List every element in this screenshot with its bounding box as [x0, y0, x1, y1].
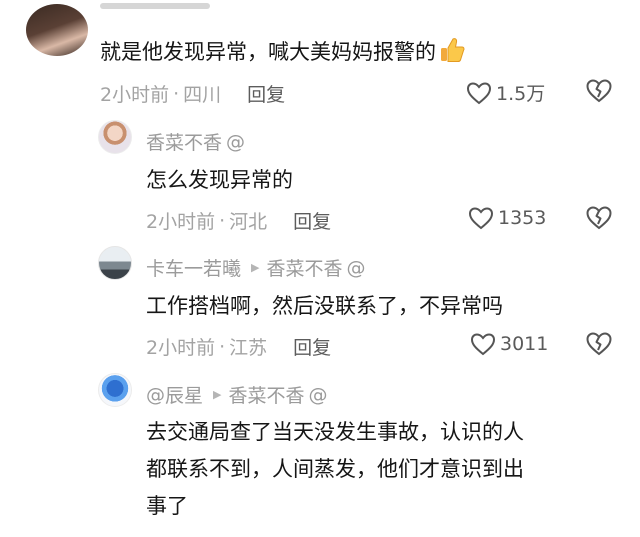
like-button[interactable]: 1353: [468, 206, 546, 230]
like-button[interactable]: 1.5万: [466, 79, 545, 106]
comment-text-line: 事了: [146, 494, 188, 518]
timestamp: 2小时前: [100, 84, 170, 106]
mention-at: @: [308, 383, 328, 406]
broken-heart-icon: [586, 206, 612, 230]
like-count: 3011: [500, 333, 549, 355]
reply-button[interactable]: 回复: [293, 333, 331, 360]
broken-heart-icon: [586, 332, 612, 356]
mention-at: @: [146, 383, 165, 406]
avatar[interactable]: [98, 373, 132, 407]
separator-dot: ·: [173, 82, 180, 105]
heart-outline-icon: [468, 207, 494, 230]
reply-arrow-icon: ▶: [213, 388, 222, 401]
reply-header: 卡车一若曦 ▶ 香菜不香 @: [146, 254, 366, 281]
dislike-button[interactable]: [585, 331, 613, 361]
heart-outline-icon: [466, 81, 492, 104]
heart-outline-icon: [470, 333, 496, 356]
dislike-button[interactable]: [585, 78, 613, 108]
avatar[interactable]: [98, 120, 132, 154]
comment-text: 就是他发现异常，喊大美妈妈报警的: [100, 34, 466, 71]
comment-text: 怎么发现异常的: [146, 168, 293, 192]
comment-text: 工作搭档啊，然后没联系了，不异常吗: [146, 294, 503, 318]
thumbs-up-icon: [438, 36, 466, 64]
reply-to-username[interactable]: 香菜不香: [266, 254, 342, 281]
reply-header: @ 辰星 ▶ 香菜不香 @: [146, 381, 328, 408]
timestamp: 2小时前: [146, 211, 216, 233]
username-cropped: [100, 0, 210, 10]
comment-meta: 2小时前 · 河北 回复: [146, 207, 331, 234]
username[interactable]: 卡车一若曦: [146, 254, 241, 281]
location: 江苏: [229, 337, 268, 359]
avatar[interactable]: [98, 246, 132, 280]
comment-meta: 2小时前 · 江苏 回复: [146, 333, 331, 360]
reply-button[interactable]: 回复: [293, 207, 331, 234]
comment-text-body: 就是他发现异常，喊大美妈妈报警的: [100, 40, 436, 64]
reply-header: 香菜不香 @: [146, 128, 245, 155]
avatar[interactable]: [26, 4, 88, 56]
comment-text: 去交通局查了当天没发生事故，认识的人 都联系不到，人间蒸发，他们才意识到出 事了: [146, 414, 524, 525]
reply-button[interactable]: 回复: [247, 80, 285, 107]
separator-dot: ·: [219, 209, 226, 232]
comment-text-line: 去交通局查了当天没发生事故，认识的人: [146, 420, 524, 444]
separator-dot: ·: [219, 335, 226, 358]
like-count: 1.5万: [496, 83, 546, 105]
location: 四川: [183, 84, 222, 106]
mention-at: @: [346, 256, 366, 279]
username[interactable]: 香菜不香: [146, 128, 222, 155]
reply-to-username[interactable]: 香菜不香: [228, 381, 304, 408]
dislike-button[interactable]: [585, 205, 613, 235]
reply-arrow-icon: ▶: [251, 261, 260, 274]
mention-at: @: [226, 130, 246, 153]
location: 河北: [229, 211, 268, 233]
comment-meta: 2小时前 · 四川 回复: [100, 80, 285, 107]
timestamp: 2小时前: [146, 337, 216, 359]
username[interactable]: 辰星: [165, 381, 203, 408]
like-button[interactable]: 3011: [470, 332, 548, 356]
comment-text-line: 都联系不到，人间蒸发，他们才意识到出: [146, 457, 524, 481]
broken-heart-icon: [586, 79, 612, 103]
like-count: 1353: [498, 207, 547, 229]
